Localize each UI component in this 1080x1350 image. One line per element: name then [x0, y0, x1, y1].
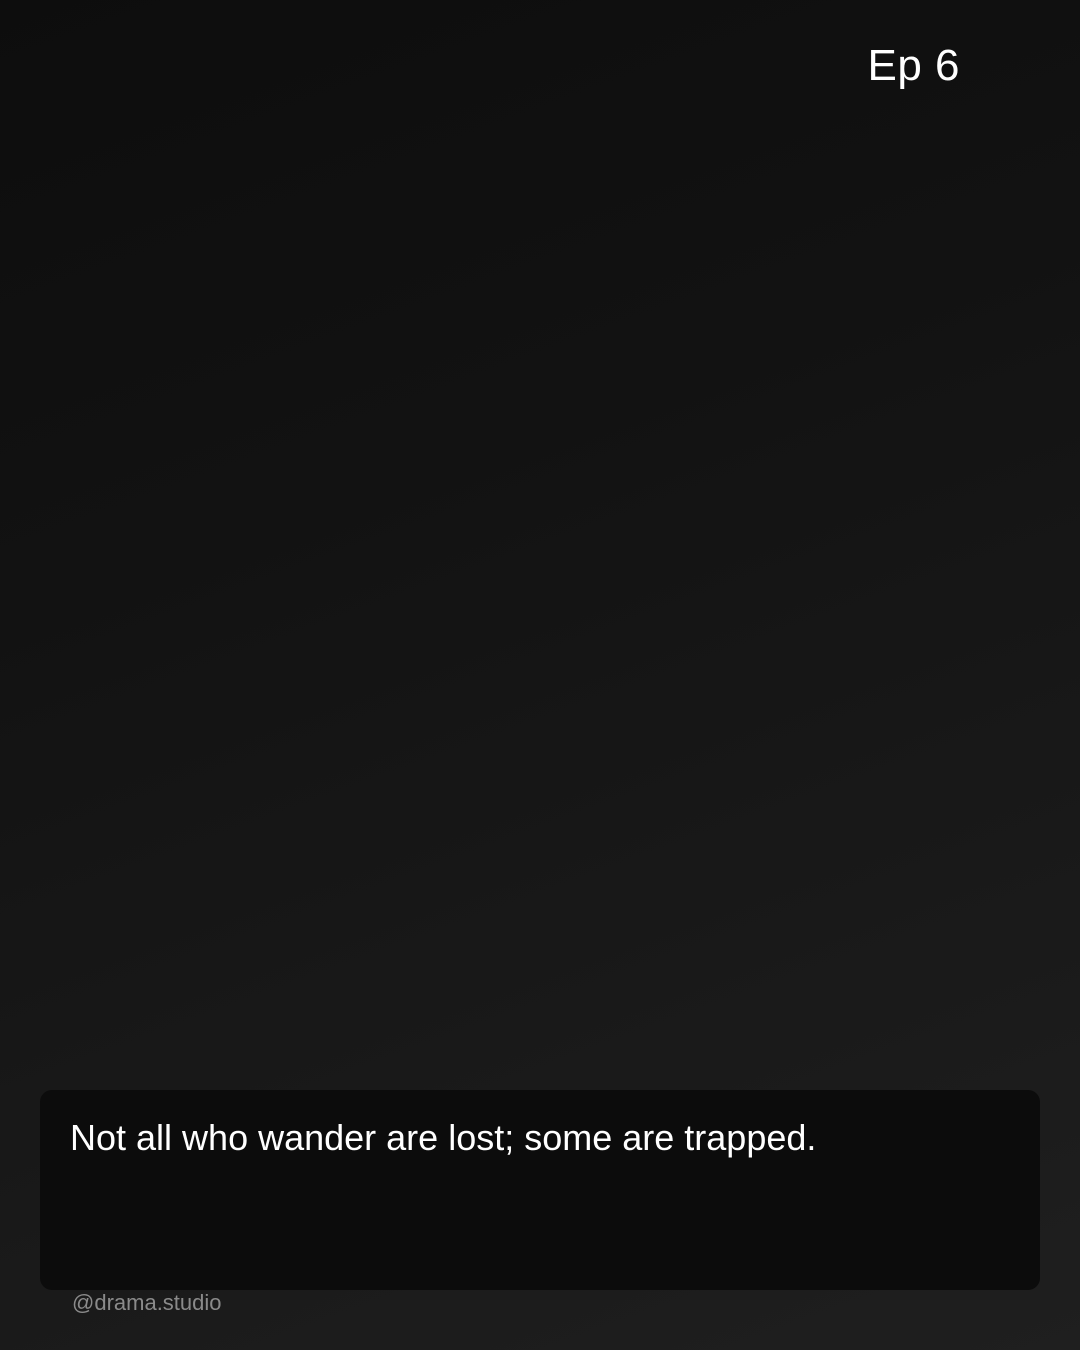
account-handle: @drama.studio [72, 1290, 222, 1315]
caption-box: Not all who wander are lost; some are tr… [40, 1090, 1040, 1290]
episode-label: Ep 6 [867, 41, 960, 90]
caption-text: Not all who wander are lost; some are tr… [70, 1117, 817, 1158]
